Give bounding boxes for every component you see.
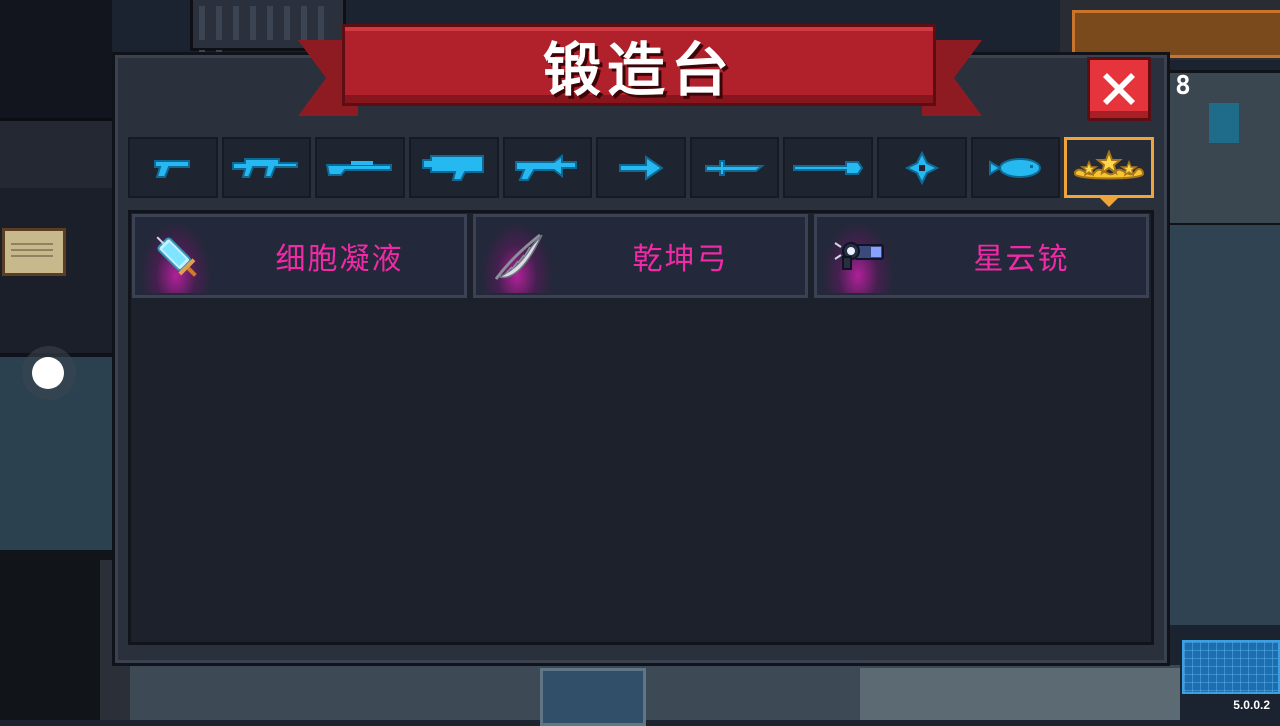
background-wall — [0, 0, 112, 120]
launcher-icon — [421, 154, 484, 181]
laser-gun-icon — [515, 153, 578, 181]
tab-launcher[interactable] — [408, 137, 499, 198]
tab-pistol[interactable] — [128, 137, 218, 198]
sword-icon — [704, 159, 765, 176]
shotgun-icon — [325, 160, 393, 176]
version-label: 5.0.0.2 — [1233, 698, 1270, 712]
recipe-item-name: 细胞凝液 — [275, 242, 404, 277]
minimap[interactable] — [1182, 640, 1280, 694]
rifle-icon — [232, 157, 299, 178]
pistol-icon — [153, 159, 190, 178]
title-banner: 锻造台 — [342, 24, 936, 106]
feather-bow-icon — [494, 233, 543, 280]
spear-icon — [793, 160, 864, 175]
close-icon — [1103, 73, 1135, 105]
category-tabs — [128, 137, 1155, 207]
tab-bow[interactable] — [596, 137, 686, 198]
fish-icon — [988, 157, 1041, 178]
tab-shuriken[interactable] — [877, 137, 967, 198]
tab-laser[interactable] — [502, 137, 593, 198]
background-pipe — [540, 668, 646, 726]
recipe-item-nebula-gun[interactable]: 星云铳 — [814, 214, 1149, 298]
syringe-icon — [156, 236, 197, 277]
recipe-item-name: 星云铳 — [973, 242, 1070, 277]
recipe-items: 细胞凝液 乾坤弓 星云铳 — [132, 214, 1150, 300]
tab-shotgun[interactable] — [315, 137, 405, 198]
tab-special[interactable] — [1064, 137, 1155, 207]
background-room — [860, 668, 1180, 720]
page-title: 锻造台 — [542, 36, 735, 104]
gem-counter: 8 — [1175, 71, 1191, 101]
tab-spear[interactable] — [783, 137, 874, 198]
crown-stars-icon — [1074, 149, 1145, 179]
recipe-item-cell-fluid[interactable]: 细胞凝液 — [132, 214, 467, 298]
selected-tab-pointer — [1099, 197, 1120, 207]
recipe-item-qiankun-bow[interactable]: 乾坤弓 — [473, 214, 808, 298]
recipe-item-name: 乾坤弓 — [632, 242, 729, 277]
background-floor — [1168, 225, 1280, 625]
tab-sword[interactable] — [689, 137, 780, 198]
background-shelf — [1072, 10, 1280, 58]
joystick-knob[interactable] — [32, 357, 64, 389]
nebula-gun-icon — [834, 242, 884, 270]
background-wall — [0, 118, 112, 194]
tab-rifle[interactable] — [221, 137, 312, 198]
tab-fish[interactable] — [970, 137, 1061, 198]
background-wall — [0, 550, 112, 720]
notice-board — [2, 228, 66, 276]
bow-arrow-icon — [619, 154, 664, 181]
shuriken-icon — [904, 150, 939, 185]
close-button[interactable] — [1087, 57, 1151, 121]
